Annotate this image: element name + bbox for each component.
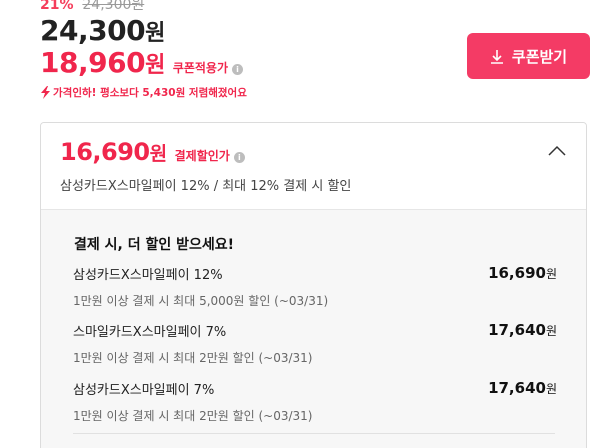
offer-name: 삼성카드X스마일페이 12%	[73, 268, 223, 283]
coupon-price-unit: 원	[145, 53, 165, 78]
sale-price-amount: 24,300	[40, 14, 146, 47]
offer-amount-unit: 원	[545, 324, 557, 338]
sale-price: 24,300원	[40, 14, 165, 47]
coupon-price-label: 쿠폰적용가	[172, 61, 229, 75]
offer-amount: 17,640원	[488, 321, 557, 339]
offer-amount-value: 17,640	[488, 321, 546, 339]
offer-description: 1만원 이상 결제 시 최대 2만원 할인 (~03/31)	[73, 351, 313, 365]
discount-rate: 21%	[40, 0, 74, 13]
payment-price-amount: 16,690	[60, 138, 150, 166]
offer-amount-unit: 원	[545, 267, 557, 281]
info-icon[interactable]: i	[233, 152, 245, 163]
coupon-price: 18,960원	[40, 46, 165, 79]
info-icon[interactable]: i	[232, 64, 244, 75]
payment-price: 16,690원	[60, 138, 167, 166]
get-coupon-label: 쿠폰받기	[511, 47, 568, 66]
payment-price-unit: 원	[149, 143, 167, 165]
coupon-price-amount: 18,960	[40, 46, 146, 79]
offer-amount-unit: 원	[545, 382, 557, 396]
sale-price-unit: 원	[145, 21, 165, 46]
price-drop-notice: 가격인하! 평소보다 5,430원 저렴해졌어요	[40, 85, 247, 100]
offer-name: 삼성카드X스마일페이 7%	[73, 383, 215, 398]
offer-item: 삼성카드X스마일페이 7% 1만원 이상 결제 시 최대 2만원 할인 (~03…	[73, 379, 557, 424]
original-price: 24,300원	[82, 0, 145, 13]
bolt-icon	[41, 86, 50, 99]
get-coupon-button[interactable]: 쿠폰받기	[467, 33, 590, 79]
offer-item: 삼성카드X스마일페이 12% 1만원 이상 결제 시 최대 5,000원 할인 …	[73, 264, 557, 309]
payment-discount-header[interactable]: 16,690원 결제할인가 i 삼성카드X스마일페이 12% / 최대 12% …	[41, 123, 586, 210]
offer-divider	[73, 433, 555, 434]
coupon-price-line: 18,960원 쿠폰적용가 i	[40, 46, 244, 79]
offer-item: 스마일카드X스마일페이 7% 1만원 이상 결제 시 최대 2만원 할인 (~0…	[73, 321, 557, 366]
chevron-up-icon[interactable]	[548, 145, 566, 157]
offer-description: 1만원 이상 결제 시 최대 2만원 할인 (~03/31)	[73, 409, 313, 423]
payment-price-label: 결제할인가	[174, 149, 230, 163]
offer-amount-value: 17,640	[488, 379, 546, 397]
payment-subtitle: 삼성카드X스마일페이 12% / 최대 12% 결제 시 할인	[60, 179, 352, 194]
price-drop-text: 가격인하! 평소보다 5,430원 저렴해졌어요	[53, 87, 247, 99]
product-price-section: 21% 24,300원 24,300원 18,960원 쿠폰적용가 i 가격인하…	[0, 0, 609, 448]
offer-amount: 16,690원	[488, 264, 557, 282]
offer-amount-value: 16,690	[488, 264, 546, 282]
offer-description: 1만원 이상 결제 시 최대 5,000원 할인 (~03/31)	[73, 294, 329, 308]
offer-name: 스마일카드X스마일페이 7%	[73, 325, 227, 340]
offer-amount: 17,640원	[488, 379, 557, 397]
payment-price-line: 16,690원 결제할인가 i	[60, 138, 245, 166]
discount-row: 21% 24,300원	[40, 0, 144, 14]
offers-title: 결제 시, 더 할인 받으세요!	[74, 237, 234, 253]
download-arrow-icon	[490, 49, 503, 64]
